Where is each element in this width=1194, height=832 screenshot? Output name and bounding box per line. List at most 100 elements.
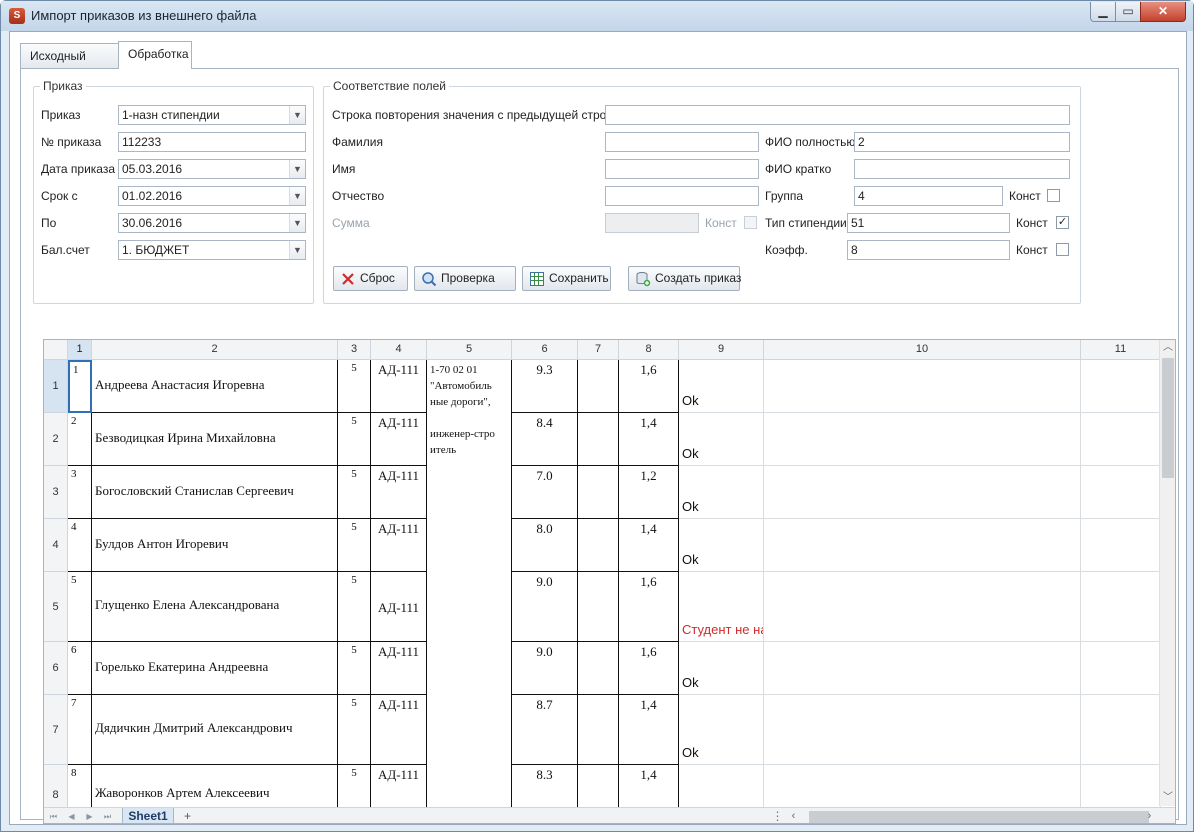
cell[interactable]: Безводицкая Ирина Михайловна (92, 413, 338, 466)
reset-button[interactable]: Сброс (333, 266, 408, 291)
cell[interactable]: 8.4 (512, 413, 578, 466)
cell[interactable]: 3 (68, 466, 92, 519)
status-cell[interactable]: Ok (679, 466, 764, 519)
cell[interactable] (764, 466, 1081, 519)
cell[interactable]: АД-111 (371, 466, 427, 519)
cell[interactable] (1081, 466, 1161, 519)
tab-source-file[interactable]: Исходный файл (20, 43, 119, 87)
cell[interactable]: 4 (68, 519, 92, 572)
cell[interactable]: 1,4 (619, 519, 679, 572)
cell[interactable]: Глущенко Елена Александрована (92, 572, 338, 642)
cell[interactable]: 9.0 (512, 642, 578, 695)
row-header[interactable]: 3 (44, 466, 68, 519)
scroll-right-icon[interactable]: › (1142, 809, 1157, 823)
column-header[interactable]: 9 (679, 340, 764, 360)
cell[interactable] (1081, 572, 1161, 642)
cell[interactable] (764, 642, 1081, 695)
cell[interactable]: 1,4 (619, 695, 679, 765)
column-header[interactable]: 1 (68, 340, 92, 360)
cell[interactable]: 5 (338, 572, 371, 642)
patronymic-field[interactable] (605, 186, 759, 206)
cell[interactable]: 5 (338, 413, 371, 466)
scroll-left-icon[interactable]: ‹ (786, 809, 801, 823)
column-header[interactable]: 5 (427, 340, 512, 360)
cell[interactable]: 5 (338, 519, 371, 572)
cell[interactable] (764, 572, 1081, 642)
cell[interactable]: Андреева Анастасия Игоревна (92, 360, 338, 413)
minimize-button[interactable]: ▁ (1090, 2, 1116, 22)
cell[interactable] (578, 466, 619, 519)
order-number-field[interactable]: 112233 (118, 132, 306, 152)
splitter-handle-icon[interactable]: ⋮ (770, 809, 785, 823)
cell[interactable]: АД-111 (371, 695, 427, 765)
order-date-picker[interactable]: 05.03.2016 ▼ (118, 159, 306, 179)
tab-processing[interactable]: Обработка (118, 41, 192, 69)
cell[interactable]: 1 (68, 360, 92, 413)
status-cell[interactable]: Ok (679, 360, 764, 413)
group-field[interactable]: 4 (854, 186, 1003, 206)
fio-short-field[interactable] (854, 159, 1070, 179)
cell[interactable]: АД-111 (371, 519, 427, 572)
cell[interactable]: АД-111 (371, 360, 427, 413)
cell[interactable] (764, 360, 1081, 413)
sheet-tab[interactable]: Sheet1 (122, 808, 174, 823)
cell[interactable]: 9.0 (512, 572, 578, 642)
merged-speciality-cell[interactable]: 1-70 02 01 "Автомобиль ные дороги", инженер… (427, 360, 512, 823)
cell[interactable]: 1,6 (619, 360, 679, 413)
cell[interactable]: 5 (338, 642, 371, 695)
cell[interactable]: 8.7 (512, 695, 578, 765)
column-header[interactable]: 8 (619, 340, 679, 360)
vertical-scrollbar[interactable]: ︿ ﹀ (1159, 340, 1175, 806)
surname-field[interactable] (605, 132, 759, 152)
prev-sheet-icon[interactable]: ◀ (64, 809, 79, 823)
column-header[interactable]: 2 (92, 340, 338, 360)
cell[interactable]: 1,6 (619, 642, 679, 695)
cell[interactable]: Дядичкин Дмитрий Александрович (92, 695, 338, 765)
cell[interactable]: 5 (338, 695, 371, 765)
status-cell[interactable]: Ok (679, 413, 764, 466)
title-bar[interactable]: S Импорт приказов из внешнего файла ▁ ▭ … (1, 1, 1193, 31)
group-const-checkbox[interactable] (1047, 189, 1060, 202)
cell[interactable] (1081, 695, 1161, 765)
cell[interactable]: 8.0 (512, 519, 578, 572)
cell[interactable] (764, 413, 1081, 466)
cell[interactable]: 5 (338, 360, 371, 413)
coef-field[interactable]: 8 (847, 240, 1010, 260)
horizontal-scroll-thumb[interactable] (809, 811, 1149, 823)
cell[interactable]: 7 (68, 695, 92, 765)
column-header[interactable]: 6 (512, 340, 578, 360)
chevron-down-icon[interactable]: ▼ (289, 160, 305, 178)
chevron-down-icon[interactable]: ▼ (289, 106, 305, 124)
cell[interactable]: АД-111 (371, 642, 427, 695)
column-header[interactable]: 10 (764, 340, 1081, 360)
cell[interactable]: 2 (68, 413, 92, 466)
column-header[interactable]: 7 (578, 340, 619, 360)
cell[interactable] (764, 519, 1081, 572)
row-header[interactable]: 1 (44, 360, 68, 413)
spreadsheet[interactable]: 1 2 3 4 5 6 7 8 9 10 11 1 1 Андреева Анаст… (43, 339, 1176, 824)
cell[interactable]: 9.3 (512, 360, 578, 413)
first-sheet-icon[interactable]: ⏮ (46, 809, 61, 823)
cell[interactable] (578, 413, 619, 466)
cell[interactable] (1081, 413, 1161, 466)
status-cell[interactable]: Ok (679, 519, 764, 572)
status-cell[interactable]: Студент не найден (679, 572, 764, 642)
stip-type-field[interactable]: 51 (847, 213, 1010, 233)
cell[interactable] (1081, 519, 1161, 572)
cell[interactable] (578, 519, 619, 572)
status-cell[interactable]: Ok (679, 695, 764, 765)
column-header[interactable]: 4 (371, 340, 427, 360)
cell[interactable]: 1,4 (619, 413, 679, 466)
stip-type-const-checkbox[interactable]: ✓ (1056, 216, 1069, 229)
period-from-picker[interactable]: 01.02.2016 ▼ (118, 186, 306, 206)
account-select[interactable]: 1. БЮДЖЕТ ▼ (118, 240, 306, 260)
cell[interactable] (764, 695, 1081, 765)
cell[interactable]: Богословский Станислав Сергеевич (92, 466, 338, 519)
cell[interactable] (1081, 642, 1161, 695)
chevron-down-icon[interactable]: ▼ (289, 241, 305, 259)
add-sheet-icon[interactable]: + (180, 809, 195, 823)
period-to-picker[interactable]: 30.06.2016 ▼ (118, 213, 306, 233)
cell[interactable]: Горелько Екатерина Андреевна (92, 642, 338, 695)
scroll-up-icon[interactable]: ︿ (1160, 340, 1175, 356)
row-header[interactable]: 5 (44, 572, 68, 642)
